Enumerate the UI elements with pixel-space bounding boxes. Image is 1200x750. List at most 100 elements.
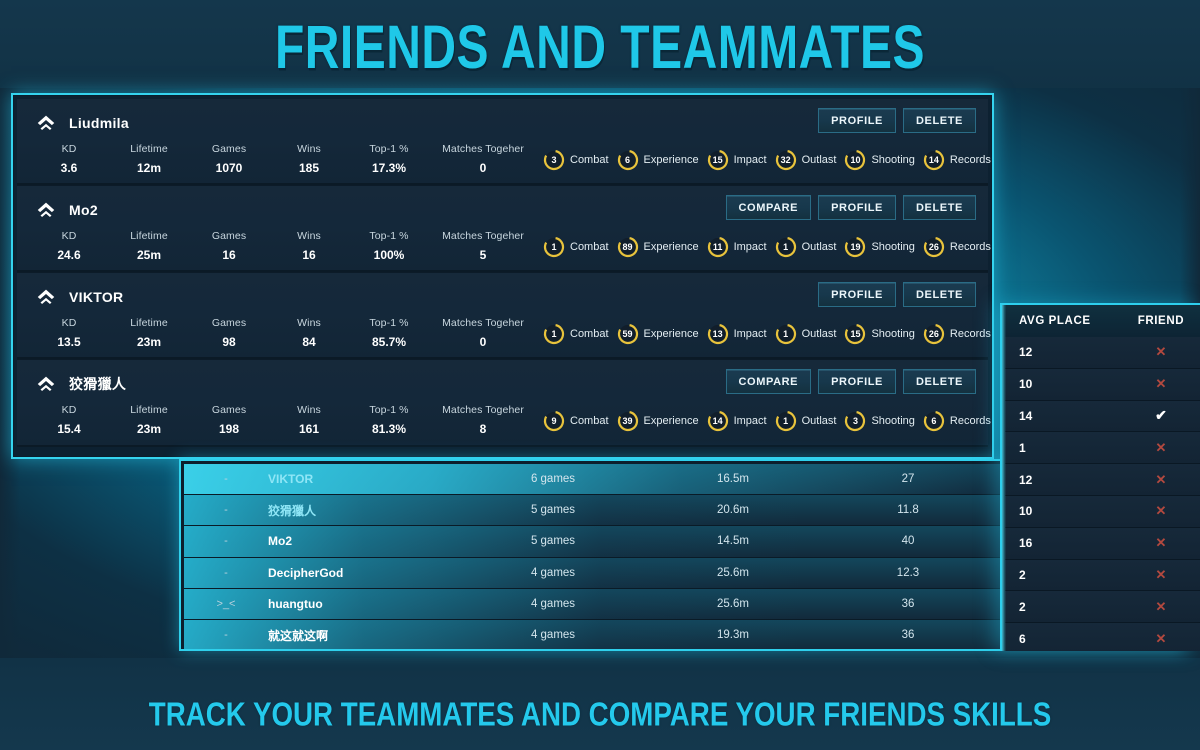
badge-number: 39 bbox=[622, 416, 633, 426]
cell-friend[interactable]: ✕ bbox=[1122, 502, 1200, 520]
player-name: VIKTOR bbox=[69, 288, 124, 305]
cell-friend[interactable]: ✕ bbox=[1122, 534, 1200, 552]
stat-games: Games 16 bbox=[189, 230, 269, 262]
badge-outlast[interactable]: 1 Outlast bbox=[775, 236, 836, 258]
stat-label: Lifetime bbox=[130, 230, 168, 242]
cell-friend[interactable]: ✕ bbox=[1122, 630, 1200, 648]
close-icon[interactable]: ✕ bbox=[1155, 535, 1166, 550]
cell-friend[interactable]: ✕ bbox=[1122, 439, 1200, 457]
stat-value: 0 bbox=[479, 335, 487, 349]
close-icon[interactable]: ✕ bbox=[1155, 440, 1166, 455]
badge-ring: 13 bbox=[707, 323, 729, 345]
badge-number: 14 bbox=[928, 155, 939, 165]
badge-ring: 1 bbox=[775, 236, 797, 258]
close-icon[interactable]: ✕ bbox=[1155, 503, 1166, 518]
badge-label: Outlast bbox=[801, 415, 837, 427]
badge-experience[interactable]: 89 Experience bbox=[617, 236, 699, 258]
profile-button[interactable]: PROFILE bbox=[818, 282, 896, 307]
stat-kd: KD 15.4 bbox=[29, 404, 109, 436]
badge-number: 6 bbox=[625, 155, 631, 165]
profile-button[interactable]: PROFILE bbox=[818, 108, 896, 133]
badge-combat[interactable]: 1 Combat bbox=[543, 323, 609, 345]
badge-impact[interactable]: 14 Impact bbox=[707, 410, 767, 432]
badge-experience[interactable]: 59 Experience bbox=[617, 323, 699, 345]
stat-value: 17.3% bbox=[371, 161, 407, 175]
check-icon[interactable]: ✔ bbox=[1155, 407, 1167, 423]
right-panel-rows: 12 ✕ 10 ✕ 14 ✔ 1 ✕ 12 ✕ 10 ✕ 16 ✕ 2 ✕ 2 ✕ 6 ✕ bbox=[1005, 337, 1200, 651]
delete-button[interactable]: DELETE bbox=[903, 282, 976, 307]
stat-label: Matches Togeher bbox=[442, 143, 524, 155]
badge-shooting[interactable]: 3 Shooting bbox=[844, 410, 915, 432]
cell-kd: 11.8 bbox=[897, 504, 919, 517]
badge-ring: 3 bbox=[844, 410, 866, 432]
stat-wins: Wins 84 bbox=[269, 317, 349, 349]
stat-label: Games bbox=[211, 404, 247, 416]
friend-row: 狡猾獵人 COMPARE PROFILE DELETE KD 15.4 Lifetime 23… bbox=[17, 360, 991, 447]
cell-friend[interactable]: ✔ bbox=[1122, 407, 1200, 425]
badge-shooting[interactable]: 15 Shooting bbox=[844, 323, 915, 345]
stat-wins: Wins 16 bbox=[269, 230, 349, 262]
badge-combat[interactable]: 1 Combat bbox=[543, 236, 609, 258]
close-icon[interactable]: ✕ bbox=[1155, 344, 1166, 359]
chevron-up-rank-icon bbox=[37, 202, 55, 217]
badge-label: Records bbox=[949, 415, 991, 427]
close-icon[interactable]: ✕ bbox=[1155, 631, 1166, 646]
compare-button[interactable]: COMPARE bbox=[725, 369, 812, 394]
stat-value: 12m bbox=[136, 161, 162, 175]
profile-button[interactable]: PROFILE bbox=[818, 369, 896, 394]
stat-top-1: Top-1 % 17.3% bbox=[349, 143, 429, 175]
badge-ring: 14 bbox=[923, 149, 945, 171]
badge-ring: 1 bbox=[775, 410, 797, 432]
badge-shooting[interactable]: 19 Shooting bbox=[844, 236, 915, 258]
profile-button[interactable]: PROFILE bbox=[818, 195, 896, 220]
badge-ring: 10 bbox=[844, 149, 866, 171]
cell-friend[interactable]: ✕ bbox=[1122, 375, 1200, 393]
badge-outlast[interactable]: 1 Outlast bbox=[775, 323, 836, 345]
close-icon[interactable]: ✕ bbox=[1155, 567, 1166, 582]
cell-player-name: huangtuo bbox=[268, 596, 323, 611]
cell-friend[interactable]: ✕ bbox=[1122, 598, 1200, 616]
close-icon[interactable]: ✕ bbox=[1155, 472, 1166, 487]
stat-value: 5 bbox=[479, 248, 487, 262]
stat-value: 85.7% bbox=[371, 335, 407, 349]
cell-player-name: VIKTOR bbox=[268, 472, 314, 487]
chevron-up-rank-icon bbox=[37, 376, 55, 391]
badge-outlast[interactable]: 32 Outlast bbox=[775, 149, 836, 171]
compare-button[interactable]: COMPARE bbox=[725, 195, 812, 220]
cell-friend[interactable]: ✕ bbox=[1122, 471, 1200, 489]
badge-label: Impact bbox=[733, 241, 767, 253]
stat-value: 16 bbox=[302, 248, 316, 262]
stat-lifetime: Lifetime 23m bbox=[109, 404, 189, 436]
delete-button[interactable]: DELETE bbox=[903, 108, 976, 133]
cell-emoticon: - bbox=[224, 629, 228, 642]
badge-experience[interactable]: 39 Experience bbox=[617, 410, 699, 432]
stat-label: Lifetime bbox=[130, 404, 168, 416]
badge-experience[interactable]: 6 Experience bbox=[617, 149, 699, 171]
delete-button[interactable]: DELETE bbox=[903, 369, 976, 394]
close-icon[interactable]: ✕ bbox=[1155, 599, 1166, 614]
close-icon[interactable]: ✕ bbox=[1155, 376, 1166, 391]
badge-records[interactable]: 26 Records bbox=[923, 236, 991, 258]
badge-label: Experience bbox=[643, 241, 699, 253]
badge-outlast[interactable]: 1 Outlast bbox=[775, 410, 837, 432]
player-name: Mo2 bbox=[69, 201, 98, 218]
badge-combat[interactable]: 9 Combat bbox=[543, 410, 609, 432]
badge-records[interactable]: 6 Records bbox=[923, 410, 991, 432]
badge-impact[interactable]: 13 Impact bbox=[707, 323, 767, 345]
delete-button[interactable]: DELETE bbox=[903, 195, 976, 220]
stat-label: KD bbox=[61, 317, 77, 329]
cell-time: 25.6m bbox=[717, 566, 749, 579]
badge-label: Records bbox=[949, 241, 991, 253]
cell-friend[interactable]: ✕ bbox=[1122, 566, 1200, 584]
stat-top-1: Top-1 % 85.7% bbox=[349, 317, 429, 349]
cell-games: 5 games bbox=[530, 535, 576, 548]
stat-lifetime: Lifetime 23m bbox=[109, 317, 189, 349]
badge-impact[interactable]: 11 Impact bbox=[707, 236, 767, 258]
stat-label: Games bbox=[211, 230, 247, 242]
badge-records[interactable]: 14 Records bbox=[923, 149, 991, 171]
badge-records[interactable]: 26 Records bbox=[923, 323, 991, 345]
badge-shooting[interactable]: 10 Shooting bbox=[844, 149, 915, 171]
badge-combat[interactable]: 3 Combat bbox=[543, 149, 609, 171]
badge-impact[interactable]: 15 Impact bbox=[707, 149, 767, 171]
cell-friend[interactable]: ✕ bbox=[1122, 343, 1200, 361]
